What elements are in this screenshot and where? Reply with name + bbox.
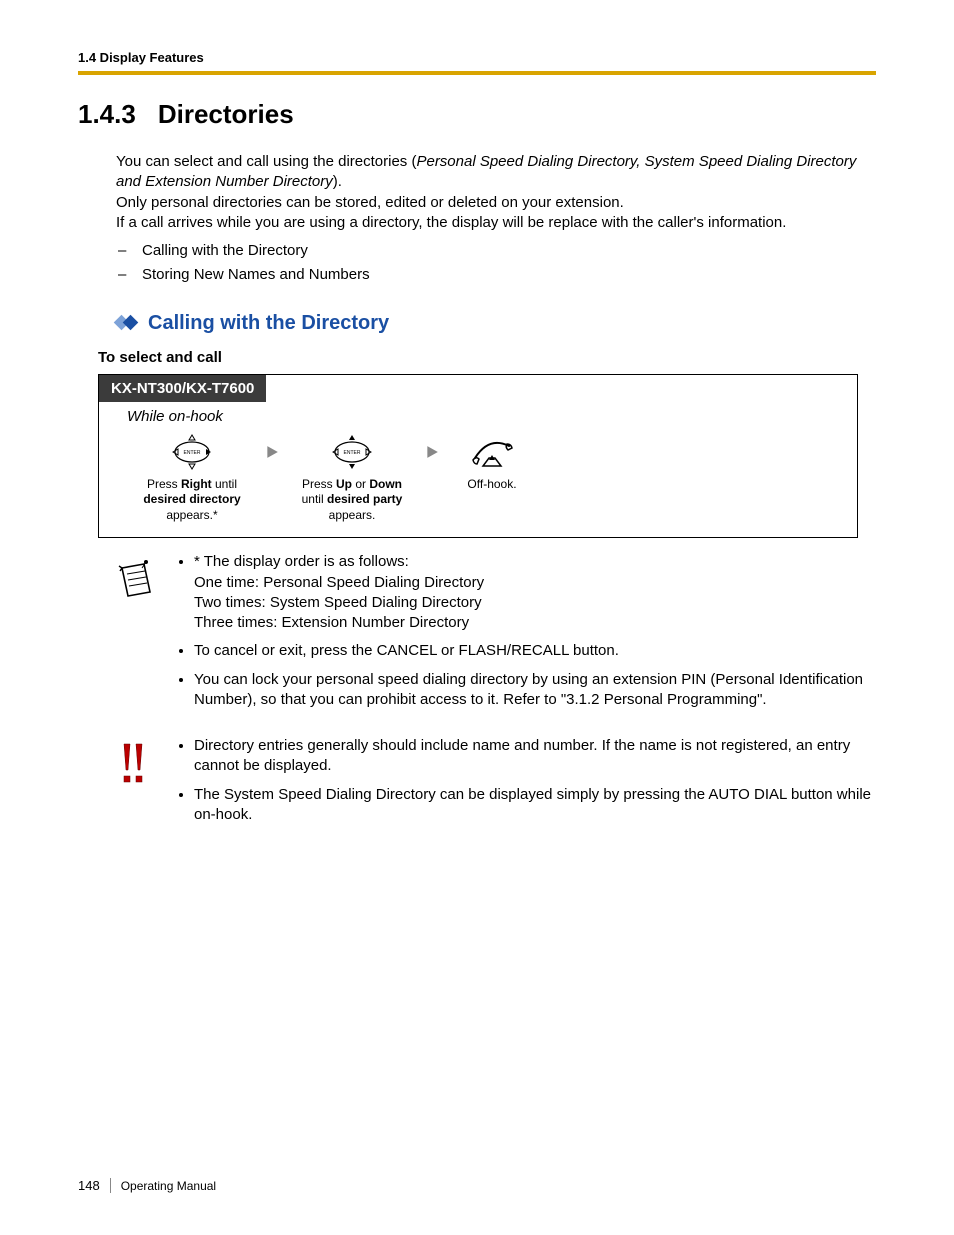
list-item: Calling with the Directory (142, 241, 876, 261)
svg-text:ENTER: ENTER (344, 450, 361, 456)
running-header: 1.4 Display Features (78, 50, 876, 65)
notepad-icon (116, 552, 174, 718)
phone-state: While on-hook (127, 408, 841, 425)
subsection-heading: Calling with the Directory (116, 312, 876, 335)
note-item: Directory entries generally should inclu… (194, 736, 876, 777)
intro-text: You can select and call using the direct… (116, 153, 416, 170)
manual-name: Operating Manual (121, 1179, 216, 1193)
important-block: Directory entries generally should inclu… (116, 736, 876, 833)
model-tab: KX-NT300/KX-T7600 (99, 375, 266, 402)
step-caption: Off-hook. (447, 477, 537, 493)
step-caption: Press Up or Down until desired party app… (287, 477, 417, 524)
diamond-bullet-icon (116, 314, 138, 332)
important-icon (116, 736, 174, 833)
arrow-right-icon (257, 429, 287, 475)
note-item: To cancel or exit, press the CANCEL or F… (194, 641, 876, 661)
intro-list: Calling with the Directory Storing New N… (116, 241, 876, 286)
note-block: * The display order is as follows: One t… (116, 552, 876, 718)
list-item: Storing New Names and Numbers (142, 265, 876, 285)
navigation-key-icon: ENTER (287, 429, 417, 475)
off-hook-icon (447, 429, 537, 475)
intro-text: If a call arrives while you are using a … (116, 213, 876, 233)
subsection-title: Calling with the Directory (148, 312, 389, 335)
intro-block: You can select and call using the direct… (116, 152, 876, 286)
note-item: * The display order is as follows: One t… (194, 552, 876, 633)
arrow-right-icon (417, 429, 447, 475)
section-name: Directories (158, 99, 294, 129)
note-item: The System Speed Dialing Directory can b… (194, 785, 876, 826)
note-item: You can lock your personal speed dialing… (194, 670, 876, 711)
procedure-heading: To select and call (98, 349, 876, 366)
intro-text: ). (333, 173, 342, 190)
svg-text:ENTER: ENTER (184, 450, 201, 456)
page-number: 148 (78, 1178, 111, 1193)
section-number: 1.4.3 (78, 99, 136, 130)
step-caption: Press Right until desired directory appe… (127, 477, 257, 524)
header-rule (78, 71, 876, 75)
navigation-key-icon: ENTER (127, 429, 257, 475)
section-title: 1.4.3 Directories (78, 99, 876, 130)
intro-text: Only personal directories can be stored,… (116, 193, 876, 213)
page-footer: 148 Operating Manual (78, 1178, 216, 1193)
procedure-box: KX-NT300/KX-T7600 While on-hook ENTER (98, 374, 858, 539)
